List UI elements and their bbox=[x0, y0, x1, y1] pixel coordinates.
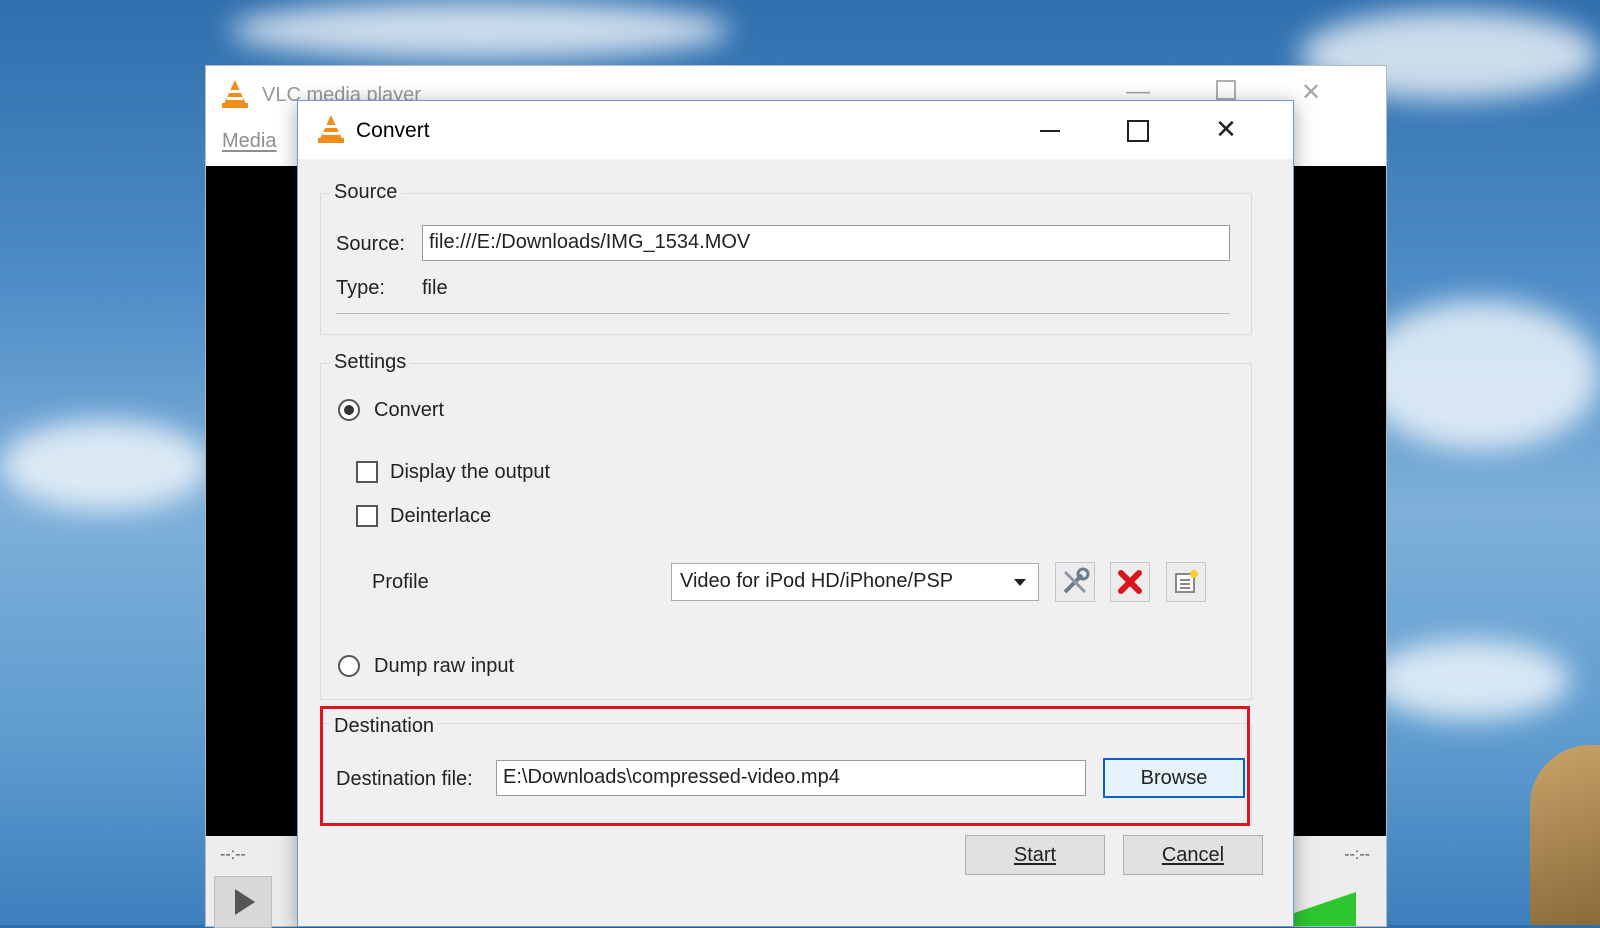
profile-select-value: Video for iPod HD/iPhone/PSP bbox=[680, 570, 954, 592]
dialog-titlebar: Convert ✕ bbox=[298, 101, 1293, 159]
cancel-button-label: Cancel bbox=[1161, 844, 1225, 866]
convert-dialog: Convert ✕ Source Source: file:///E:/Down… bbox=[297, 100, 1294, 927]
convert-radio-label: Convert bbox=[374, 399, 445, 421]
profile-label: Profile bbox=[372, 571, 429, 593]
play-button[interactable] bbox=[214, 876, 272, 928]
destination-highlight-box bbox=[320, 706, 1250, 826]
maximize-icon bbox=[1127, 120, 1149, 143]
maximize-button[interactable] bbox=[1108, 109, 1168, 149]
new-profile-icon bbox=[1175, 570, 1198, 593]
source-input[interactable]: file:///E:/Downloads/IMG_1534.MOV bbox=[422, 225, 1230, 261]
close-icon: ✕ bbox=[1215, 114, 1237, 144]
type-label: Type: bbox=[336, 277, 385, 299]
minimize-button[interactable] bbox=[1020, 109, 1080, 149]
source-group-title: Source bbox=[330, 181, 402, 204]
dump-raw-label: Dump raw input bbox=[374, 655, 515, 677]
cloud bbox=[1360, 300, 1600, 450]
cloud bbox=[1370, 640, 1570, 720]
profile-select[interactable]: Video for iPod HD/iPhone/PSP bbox=[671, 563, 1039, 601]
new-profile-button[interactable] bbox=[1166, 562, 1206, 602]
cloud bbox=[0, 420, 210, 510]
settings-group-title: Settings bbox=[330, 351, 411, 374]
time-elapsed: --:-- bbox=[220, 846, 246, 863]
dialog-title: Convert bbox=[356, 119, 430, 142]
settings-group bbox=[320, 363, 1252, 700]
rock-formation bbox=[1530, 745, 1600, 925]
chevron-down-icon bbox=[1014, 579, 1026, 586]
dump-raw-radio[interactable] bbox=[338, 655, 360, 677]
cloud bbox=[230, 0, 730, 60]
time-total: --:-- bbox=[1344, 846, 1370, 863]
cancel-button[interactable]: Cancel bbox=[1123, 835, 1263, 875]
minimize-icon bbox=[1040, 130, 1060, 133]
start-button-label: Start bbox=[1013, 844, 1057, 866]
delete-profile-button[interactable] bbox=[1110, 562, 1150, 602]
divider bbox=[336, 313, 1230, 314]
delete-icon bbox=[1118, 570, 1142, 594]
close-button[interactable]: ✕ bbox=[1196, 109, 1256, 149]
convert-radio[interactable] bbox=[338, 399, 360, 421]
tools-icon bbox=[1063, 567, 1090, 594]
display-output-checkbox[interactable] bbox=[356, 461, 378, 483]
type-value: file bbox=[422, 277, 448, 299]
vlc-maximize-icon[interactable] bbox=[1216, 80, 1236, 100]
menu-media[interactable]: Media bbox=[222, 130, 276, 153]
vlc-cone-icon bbox=[318, 115, 344, 143]
vlc-cone-icon bbox=[222, 80, 248, 108]
deinterlace-checkbox[interactable] bbox=[356, 505, 378, 527]
source-label: Source: bbox=[336, 233, 405, 255]
edit-profile-button[interactable] bbox=[1055, 562, 1095, 602]
start-button[interactable]: Start bbox=[965, 835, 1105, 875]
vlc-close-icon[interactable]: ✕ bbox=[1301, 78, 1321, 107]
deinterlace-label: Deinterlace bbox=[390, 505, 492, 527]
display-output-label: Display the output bbox=[390, 461, 551, 483]
